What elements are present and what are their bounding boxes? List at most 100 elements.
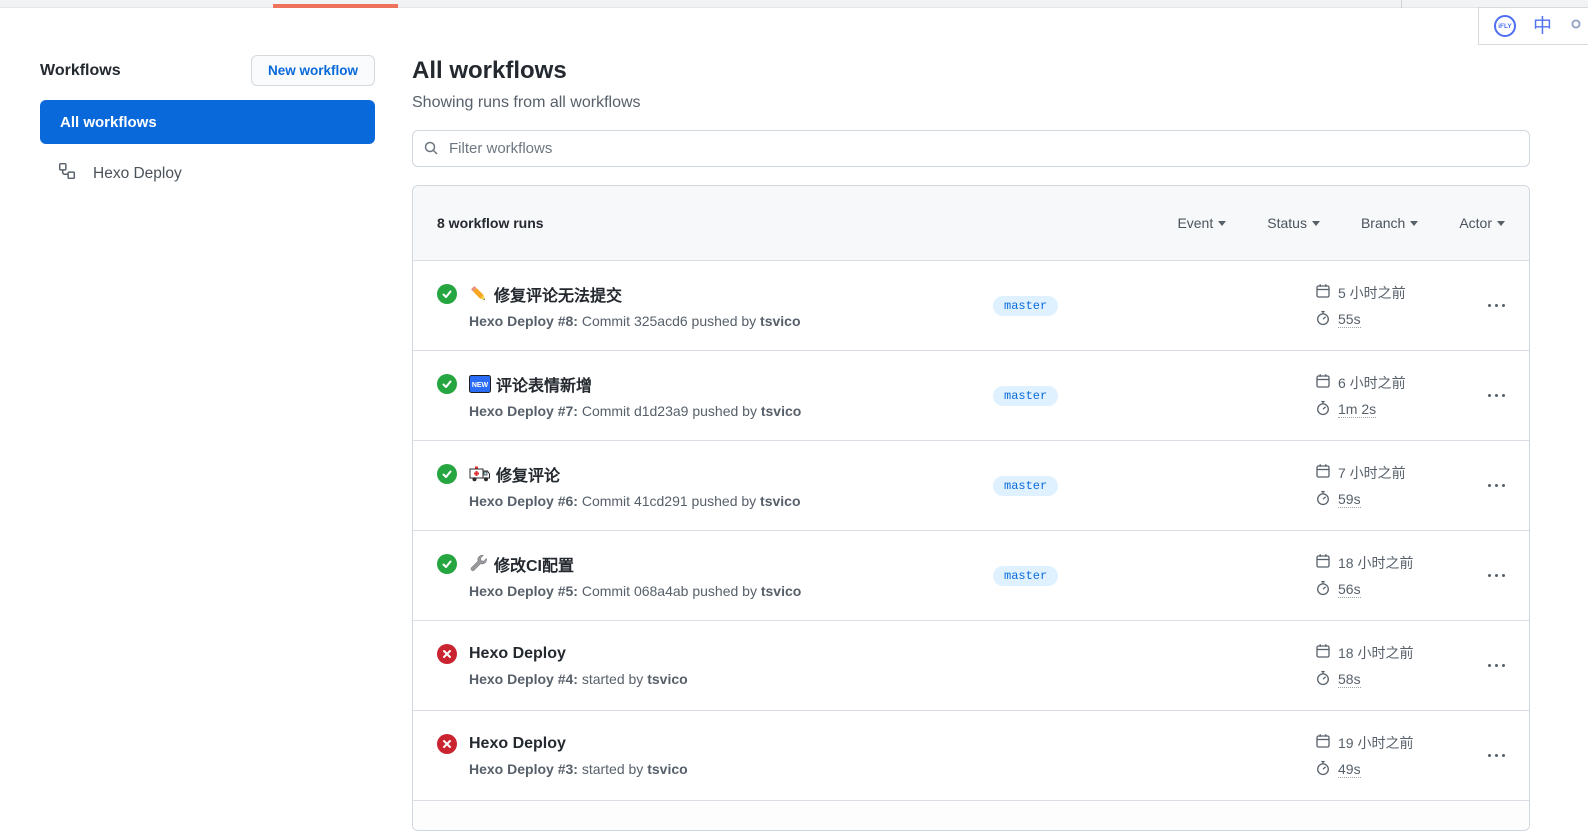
page-subtitle: Showing runs from all workflows bbox=[412, 94, 641, 111]
run-time-label: 18 小时之前 bbox=[1338, 554, 1414, 571]
chevron-down-icon bbox=[1311, 220, 1320, 226]
run-description: Hexo Deploy #5: Commit 068a4ab pushed by… bbox=[469, 583, 993, 599]
run-title-link[interactable]: Hexo Deploy bbox=[469, 645, 566, 663]
runs-count-label: 8 workflow runs bbox=[437, 215, 544, 231]
kebab-menu-button[interactable] bbox=[1465, 300, 1505, 312]
run-actor-link[interactable]: tsvico bbox=[647, 671, 687, 687]
run-filter-dropdown[interactable]: Status bbox=[1267, 215, 1320, 231]
run-ref-link[interactable]: Hexo Deploy #7: bbox=[469, 403, 578, 419]
runs-header: 8 workflow runs Event Status Branch Acto… bbox=[413, 186, 1529, 260]
search-icon bbox=[423, 140, 439, 161]
status-icon bbox=[437, 644, 457, 664]
branch-badge[interactable]: master bbox=[993, 475, 1059, 496]
page-progress-bar bbox=[273, 4, 398, 8]
run-filter-dropdown[interactable]: Actor bbox=[1459, 215, 1505, 231]
run-time-label: 19 小时之前 bbox=[1338, 734, 1414, 751]
svg-text:NEW: NEW bbox=[472, 382, 489, 389]
pencil-emoji-icon bbox=[469, 284, 489, 304]
run-title-link[interactable]: 修改CI配置 bbox=[469, 552, 574, 576]
run-duration-label[interactable]: 1m 2s bbox=[1338, 401, 1377, 418]
chevron-down-icon bbox=[1497, 220, 1505, 226]
main-content: All workflows Showing runs from all work… bbox=[412, 55, 1530, 831]
kebab-menu-button[interactable] bbox=[1465, 660, 1505, 672]
workflow-run-row: Hexo Deploy Hexo Deploy #4: started by t… bbox=[413, 620, 1529, 710]
sidebar-workflow-label: Hexo Deploy bbox=[93, 164, 182, 182]
run-filter-label: Branch bbox=[1360, 215, 1406, 231]
run-actor-link[interactable]: tsvico bbox=[760, 493, 800, 509]
run-title-link[interactable]: 修复评论 bbox=[469, 462, 560, 486]
sidebar-item-all-workflows[interactable]: All workflows bbox=[40, 100, 375, 144]
filter-box bbox=[412, 130, 1530, 167]
run-description: Hexo Deploy #6: Commit 41cd291 pushed by… bbox=[469, 493, 993, 509]
status-icon bbox=[437, 554, 457, 574]
run-ref-link[interactable]: Hexo Deploy #3: bbox=[469, 761, 578, 777]
ifly-logo-label: iFLY bbox=[1498, 22, 1512, 30]
run-ref-link[interactable]: Hexo Deploy #6: bbox=[469, 493, 578, 509]
page-layout: Workflows New workflow All workflows Hex… bbox=[0, 0, 1588, 831]
calendar-icon bbox=[1315, 643, 1331, 662]
run-filter-label: Event bbox=[1177, 215, 1214, 231]
run-description-text: Commit 325acd6 pushed by bbox=[581, 313, 757, 329]
run-title-link[interactable]: 修复评论无法提交 bbox=[469, 282, 622, 306]
run-actor-link[interactable]: tsvico bbox=[761, 403, 801, 419]
kebab-menu-button[interactable] bbox=[1465, 570, 1505, 582]
branch-badge[interactable]: master bbox=[993, 565, 1059, 586]
run-duration-label[interactable]: 59s bbox=[1338, 491, 1361, 508]
run-filter-dropdown[interactable]: Branch bbox=[1360, 215, 1419, 231]
branch-badge[interactable]: master bbox=[993, 295, 1059, 316]
run-description-text: started by bbox=[581, 671, 644, 687]
kebab-menu-button[interactable] bbox=[1465, 480, 1505, 492]
wrench-emoji-icon bbox=[469, 554, 489, 574]
status-icon bbox=[437, 374, 457, 394]
run-description-text: Commit 41cd291 pushed by bbox=[581, 493, 757, 509]
run-ref-link[interactable]: Hexo Deploy #8: bbox=[469, 313, 578, 329]
run-time-label: 18 小时之前 bbox=[1338, 644, 1414, 661]
run-description-text: started by bbox=[581, 761, 644, 777]
calendar-icon bbox=[1315, 373, 1331, 392]
kebab-menu-button[interactable] bbox=[1465, 390, 1505, 402]
stopwatch-icon bbox=[1315, 670, 1331, 689]
workflow-run-row-partial bbox=[413, 800, 1529, 830]
run-filter-dropdown[interactable]: Event bbox=[1177, 215, 1227, 231]
tab-separator bbox=[1401, 0, 1402, 8]
run-actor-link[interactable]: tsvico bbox=[647, 761, 687, 777]
kebab-menu-button[interactable] bbox=[1465, 750, 1505, 762]
workflow-icon bbox=[58, 162, 76, 185]
sidebar-item-hexo-deploy[interactable]: Hexo Deploy bbox=[40, 162, 375, 185]
translate-language-icon[interactable]: 中 bbox=[1533, 17, 1552, 36]
run-title-text: 修改CI配置 bbox=[494, 558, 575, 575]
run-title-link[interactable]: NEW 评论表情新增 bbox=[469, 372, 592, 396]
settings-gear-icon[interactable] bbox=[1570, 17, 1582, 35]
ifly-logo-icon[interactable]: iFLY bbox=[1494, 15, 1516, 37]
run-title-text: Hexo Deploy bbox=[469, 735, 566, 752]
chevron-down-icon bbox=[1218, 220, 1227, 226]
run-title-text: 修复评论 bbox=[496, 468, 561, 485]
run-ref-link[interactable]: Hexo Deploy #4: bbox=[469, 671, 578, 687]
run-duration-label[interactable]: 55s bbox=[1338, 311, 1361, 328]
stopwatch-icon bbox=[1315, 490, 1331, 509]
run-ref-link[interactable]: Hexo Deploy #5: bbox=[469, 583, 578, 599]
run-title-text: 评论表情新增 bbox=[496, 378, 593, 395]
new-workflow-button[interactable]: New workflow bbox=[250, 55, 375, 86]
run-duration-label[interactable]: 56s bbox=[1338, 581, 1361, 598]
stopwatch-icon bbox=[1315, 760, 1331, 779]
calendar-icon bbox=[1315, 283, 1331, 302]
calendar-icon bbox=[1315, 553, 1331, 572]
run-duration-label[interactable]: 58s bbox=[1338, 671, 1361, 688]
run-title-link[interactable]: Hexo Deploy bbox=[469, 735, 566, 753]
run-duration-label[interactable]: 49s bbox=[1338, 761, 1361, 778]
run-actor-link[interactable]: tsvico bbox=[761, 583, 801, 599]
run-title-text: 修复评论无法提交 bbox=[494, 288, 623, 305]
run-description: Hexo Deploy #3: started by tsvico bbox=[469, 761, 993, 777]
run-time-label: 5 小时之前 bbox=[1338, 284, 1406, 301]
run-actor-link[interactable]: tsvico bbox=[760, 313, 800, 329]
workflow-run-row: 修复评论 Hexo Deploy #6: Commit 41cd291 push… bbox=[413, 440, 1529, 530]
filter-workflows-input[interactable] bbox=[412, 130, 1530, 167]
new-emoji-icon: NEW bbox=[469, 375, 491, 393]
calendar-icon bbox=[1315, 733, 1331, 752]
stopwatch-icon bbox=[1315, 580, 1331, 599]
run-description-text: Commit 068a4ab pushed by bbox=[581, 583, 757, 599]
workflow-run-row: NEW 评论表情新增 Hexo Deploy #7: Commit d1d23a… bbox=[413, 350, 1529, 440]
run-description: Hexo Deploy #4: started by tsvico bbox=[469, 671, 993, 687]
branch-badge[interactable]: master bbox=[993, 385, 1059, 406]
